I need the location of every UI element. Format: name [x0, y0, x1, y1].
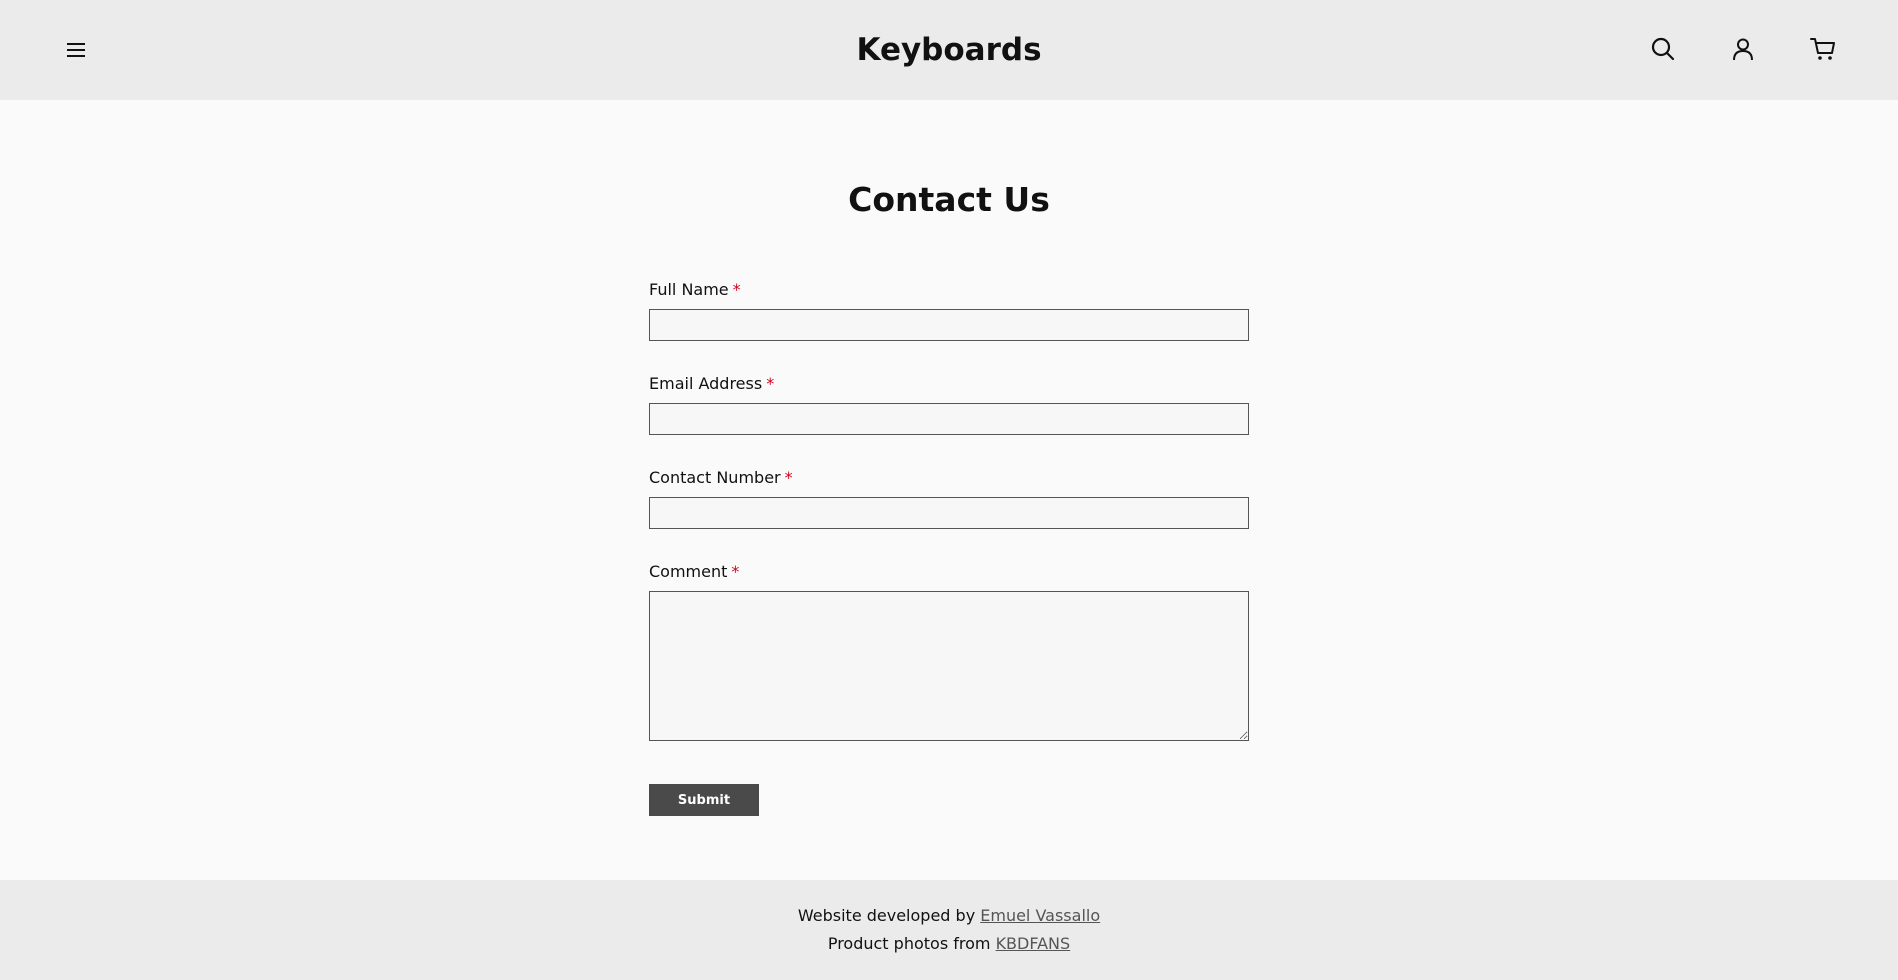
full-name-label: Full Name * — [649, 280, 741, 299]
main-content: Contact Us Full Name * Email Address * Con… — [0, 100, 1898, 880]
cart-icon — [1810, 38, 1835, 60]
footer-developer-prefix: Website developed by — [797, 906, 976, 925]
comment-label-text: Comment — [649, 562, 728, 581]
contact-number-input[interactable] — [649, 497, 1249, 529]
account-button[interactable] — [1728, 34, 1758, 64]
email-label-text: Email Address — [649, 374, 763, 393]
site-footer: Website developed by Emuel Vassallo Prod… — [0, 880, 1898, 980]
menu-icon — [67, 43, 85, 57]
required-marker: * — [784, 468, 793, 487]
full-name-label-text: Full Name — [649, 280, 729, 299]
comment-textarea[interactable] — [649, 591, 1249, 741]
menu-button[interactable] — [62, 36, 90, 64]
search-button[interactable] — [1648, 34, 1678, 64]
brand-logo[interactable]: Keyboards — [856, 32, 1041, 68]
email-input[interactable] — [649, 403, 1249, 435]
site-header: Keyboards — [0, 0, 1898, 100]
user-icon — [1733, 38, 1753, 61]
required-marker: * — [732, 280, 741, 299]
contact-number-label-text: Contact Number — [649, 468, 781, 487]
page-title: Contact Us — [848, 180, 1050, 219]
contact-number-label: Contact Number * — [649, 468, 793, 487]
search-icon — [1651, 37, 1675, 61]
brand-logo-wrap: Keyboards — [0, 0, 1898, 100]
kbdfans-link[interactable]: KBDFANS — [996, 934, 1071, 953]
footer-credit-photos: Product photos from KBDFANS — [0, 934, 1898, 953]
submit-button[interactable]: Submit — [649, 784, 759, 816]
footer-credit-developer: Website developed by Emuel Vassallo — [0, 906, 1898, 925]
developer-link[interactable]: Emuel Vassallo — [980, 906, 1100, 925]
footer-photos-prefix: Product photos from — [827, 934, 991, 953]
full-name-input[interactable] — [649, 309, 1249, 341]
required-marker: * — [731, 562, 740, 581]
comment-label: Comment * — [649, 562, 739, 581]
email-label: Email Address * — [649, 374, 774, 393]
cart-button[interactable] — [1808, 34, 1838, 64]
required-marker: * — [766, 374, 775, 393]
